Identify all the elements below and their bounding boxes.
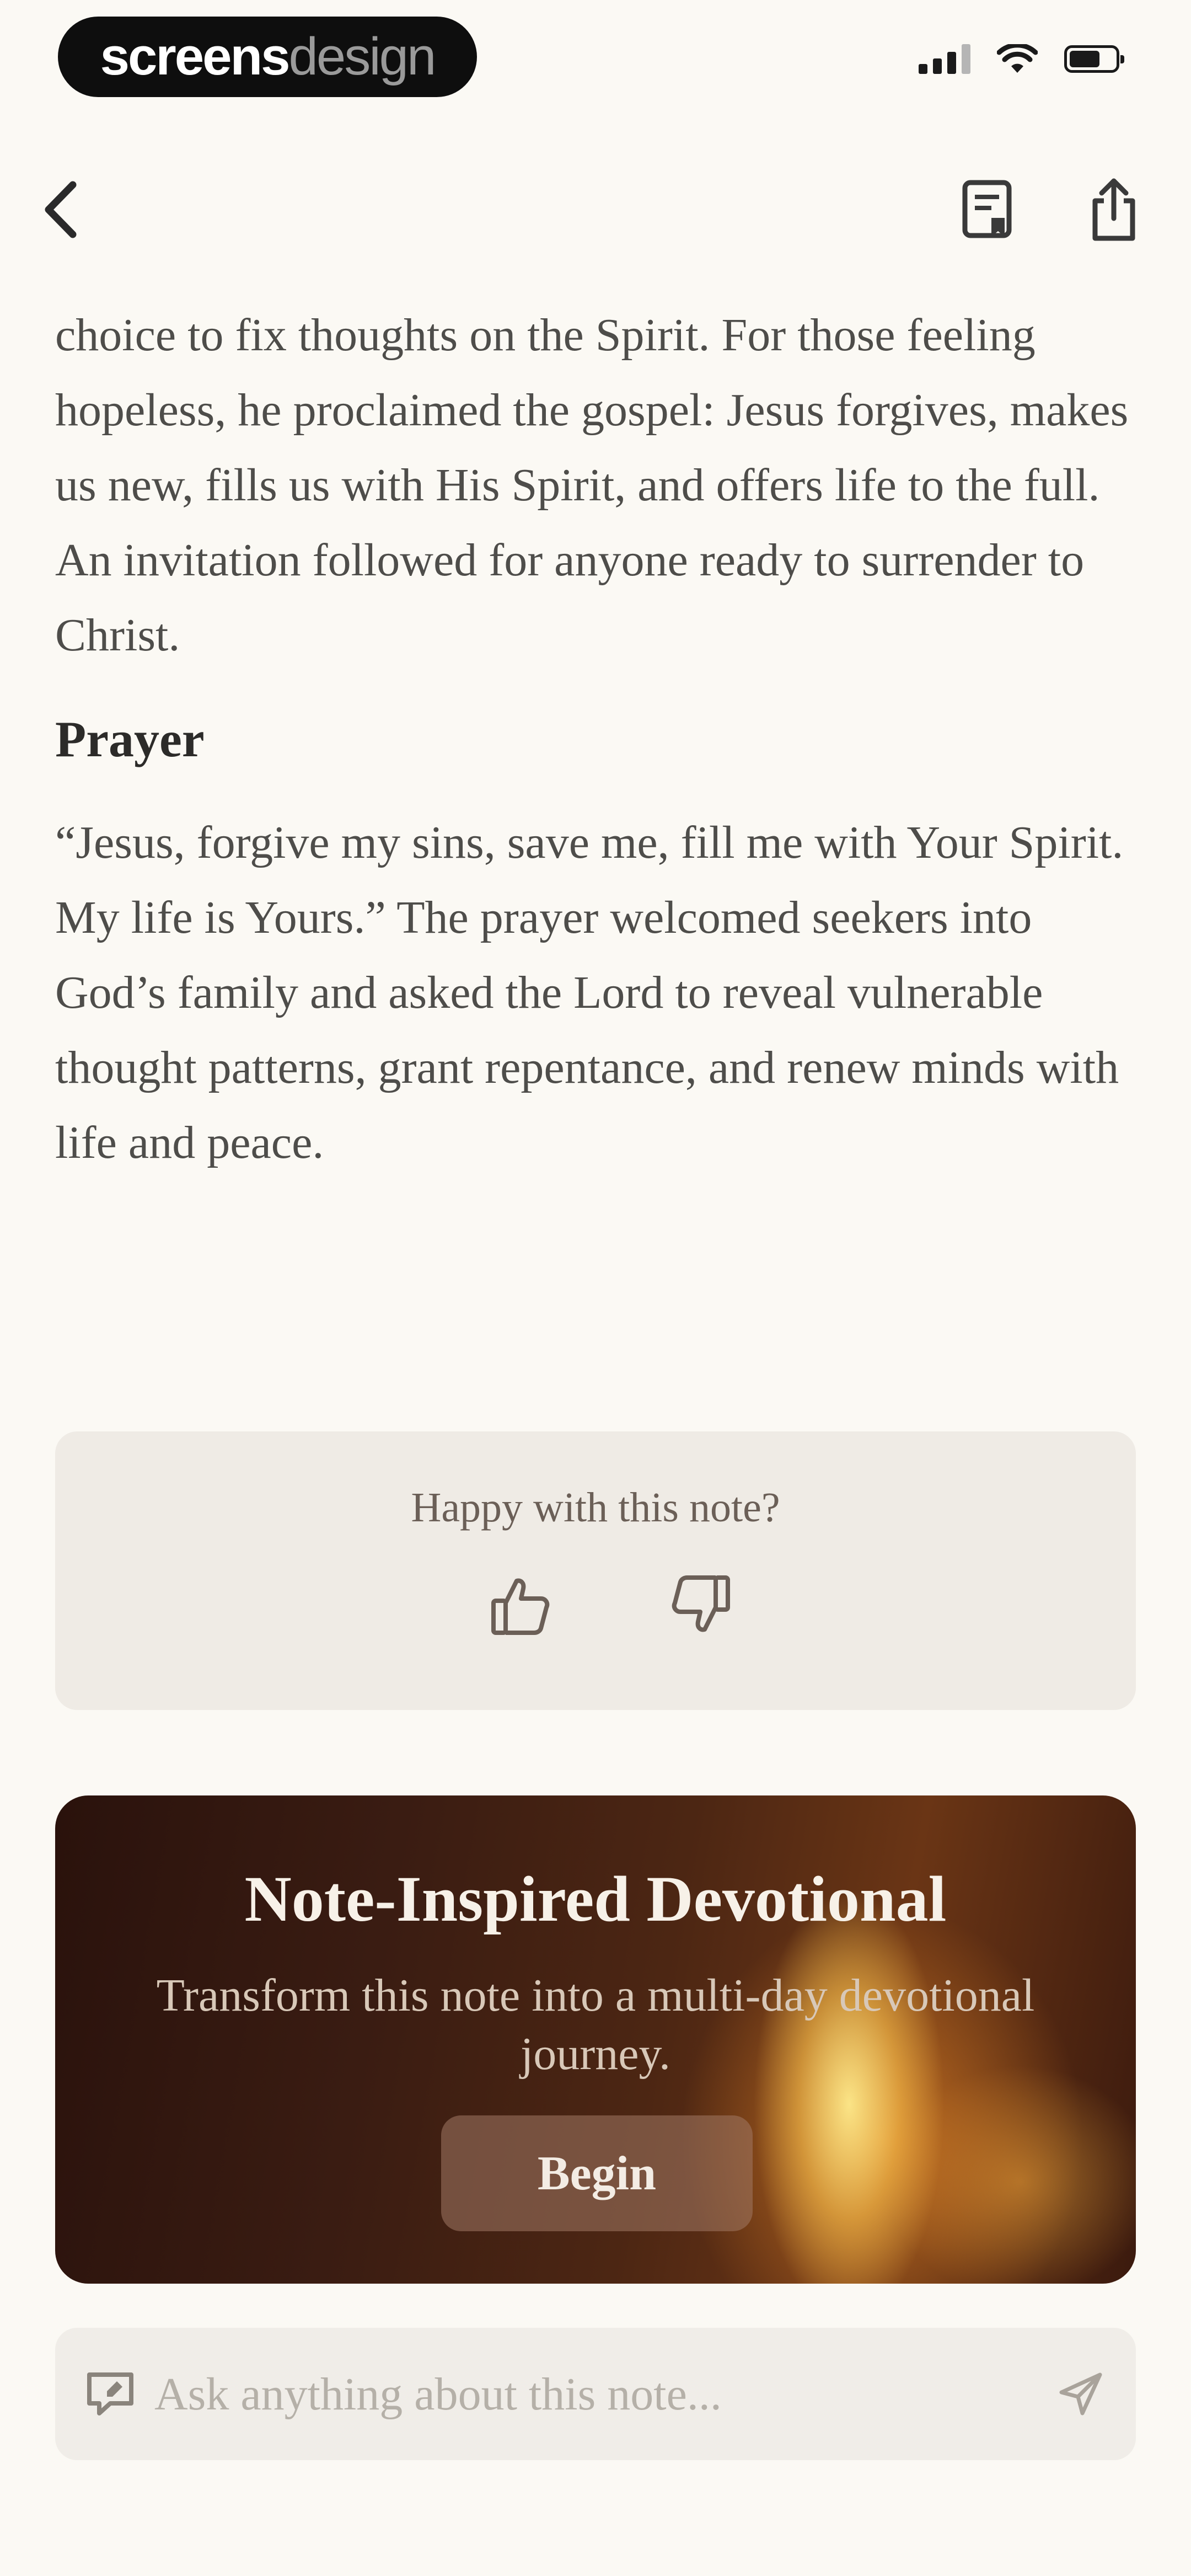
prayer-heading: Prayer: [55, 711, 205, 767]
wifi-icon: [997, 44, 1038, 73]
share-icon: [1092, 178, 1135, 241]
intro-paragraph: choice to fix thoughts on the Spirit. Fo…: [55, 309, 1129, 661]
cellular-signal-icon: [919, 44, 970, 74]
feedback-card: Happy with this note?: [55, 1431, 1136, 1710]
devotional-card: Note-Inspired Devotional Transform this …: [55, 1795, 1136, 2284]
send-icon: [1059, 2372, 1102, 2415]
ask-bar: [55, 2328, 1136, 2460]
nav-bar: [0, 149, 1191, 270]
prayer-paragraph: “Jesus, forgive my sins, save me, fill m…: [55, 817, 1124, 1168]
thumbs-down-icon: [672, 1575, 730, 1632]
back-button[interactable]: [22, 171, 99, 248]
thumbs-up-button[interactable]: [480, 1564, 562, 1647]
share-button[interactable]: [1075, 171, 1152, 248]
brand-text-light: design: [288, 27, 437, 86]
status-icons: [919, 44, 1124, 74]
begin-button[interactable]: Begin: [441, 2115, 753, 2231]
send-button[interactable]: [1048, 2361, 1114, 2427]
note-detail-screen: screens design choice to fix thoughts on…: [0, 0, 1191, 2576]
ask-input[interactable]: [154, 2355, 1015, 2433]
devotional-title: Note-Inspired Devotional: [244, 1863, 947, 1935]
devotional-subtitle: Transform this note into a multi-day dev…: [156, 1970, 1035, 2080]
chevron-left-icon: [45, 181, 77, 238]
thumbs-down-button[interactable]: [659, 1564, 742, 1647]
thumbs-up-icon: [491, 1578, 550, 1635]
status-bar: screens design: [0, 0, 1191, 110]
brand-text-bold: screens: [100, 27, 291, 86]
chat-bubble-icon: [77, 2361, 143, 2427]
battery-icon: [1064, 45, 1124, 73]
brand-watermark: screens design: [58, 17, 477, 97]
feedback-question: Happy with this note?: [411, 1484, 780, 1531]
note-content: choice to fix thoughts on the Spirit. Fo…: [55, 298, 1136, 1180]
save-button[interactable]: [948, 171, 1026, 248]
bookmark-save-icon: [962, 180, 1012, 238]
